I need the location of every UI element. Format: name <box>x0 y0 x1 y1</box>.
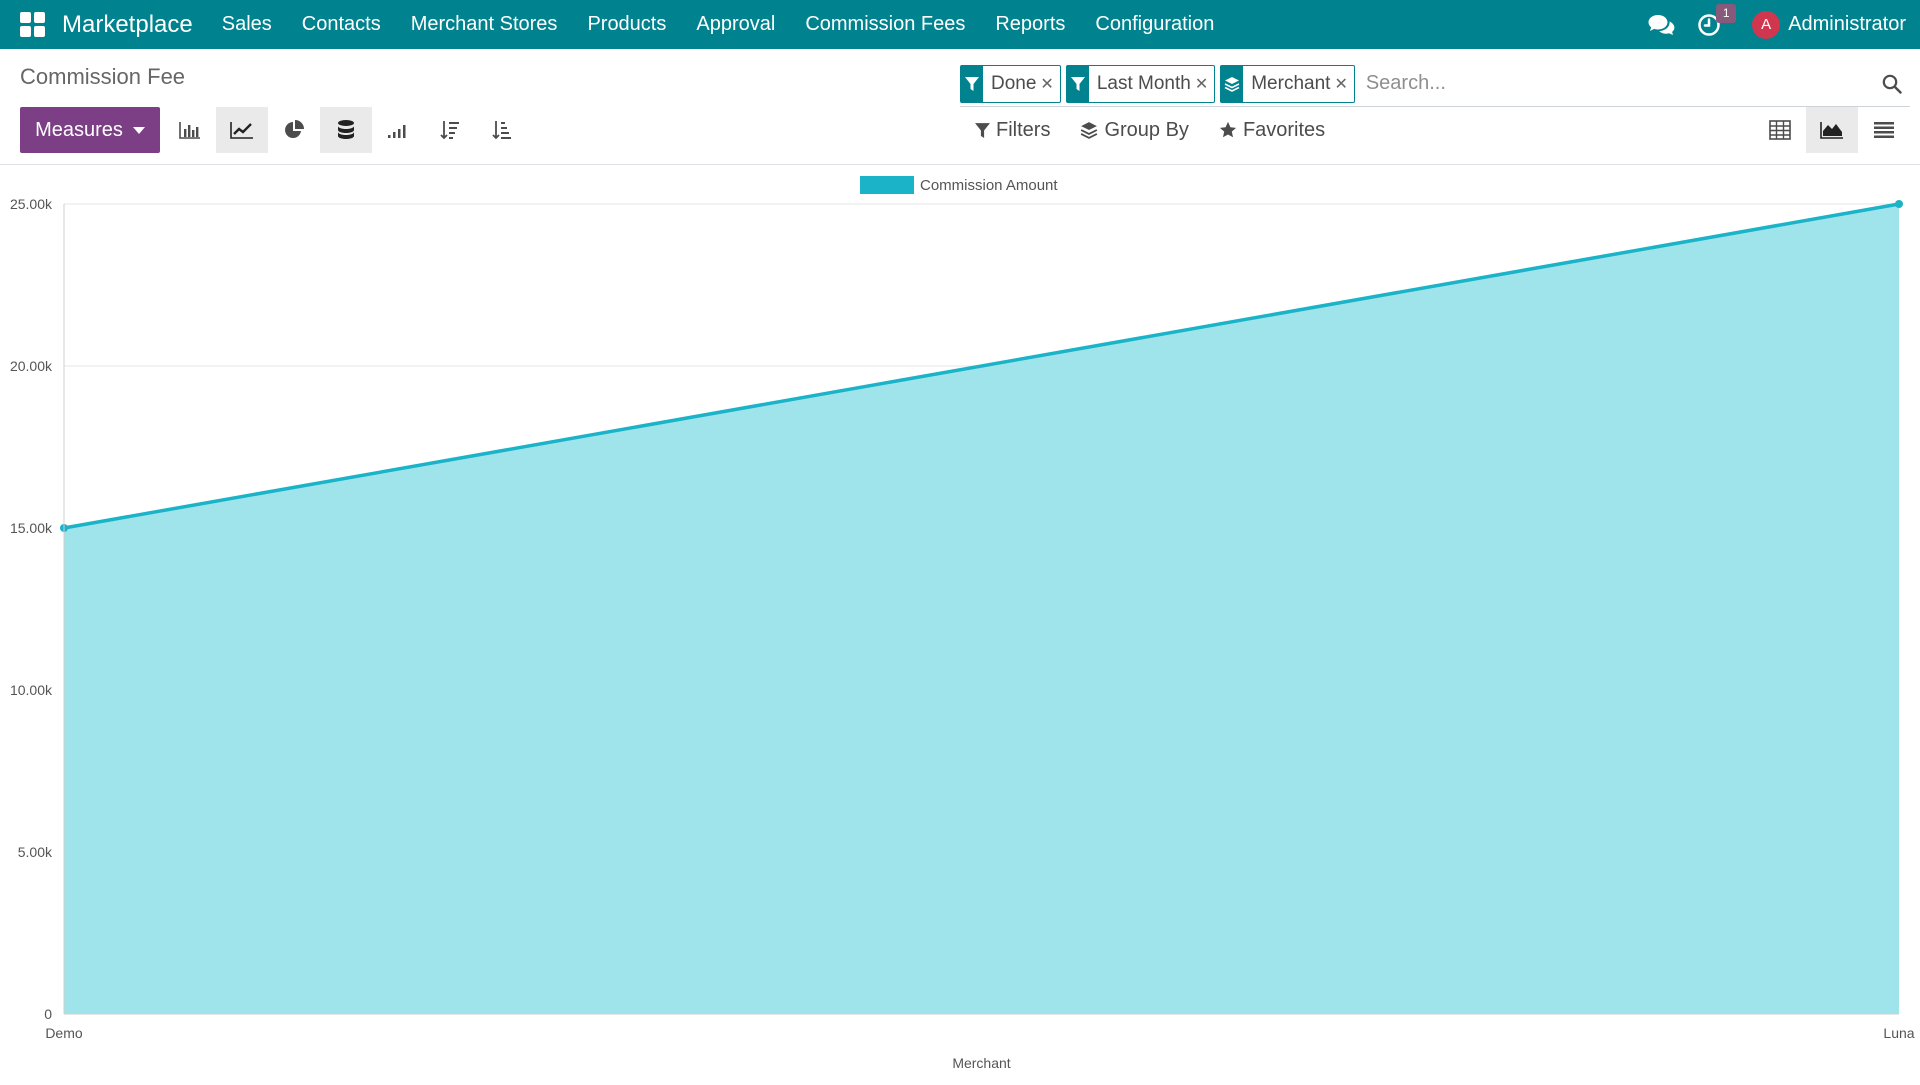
control-panel: Commission Fee Done ✕ Last Month ✕ Merch… <box>0 49 1920 165</box>
favorites-label: Favorites <box>1242 118 1326 141</box>
y-tick-label: 20.00k <box>10 358 53 374</box>
facet-label: Merchant <box>1251 72 1331 94</box>
search-icon[interactable] <box>1874 66 1910 102</box>
menu-item-sales[interactable]: Sales <box>207 13 287 36</box>
navbar-systray: 1 A Administrator <box>1646 0 1920 49</box>
graph-container: 0 5.00k 10.00k 15.00k 20.00k 25.00k Demo Luna Me… <box>0 166 1920 1080</box>
activity-clock-icon[interactable]: 1 <box>1694 3 1737 40</box>
bar-chart-button[interactable] <box>164 107 216 153</box>
star-icon <box>1219 121 1237 138</box>
menu-item-products[interactable]: Products <box>572 13 681 36</box>
area-chart: 0 5.00k 10.00k 15.00k 20.00k 25.00k Demo Luna Me… <box>10 176 1915 1071</box>
list-view-button[interactable] <box>1858 107 1910 153</box>
pie-chart-icon <box>285 120 304 138</box>
search-bar: Done ✕ Last Month ✕ Merchant ✕ <box>960 61 1910 107</box>
page-title: Commission Fee <box>20 64 186 89</box>
menu-item-merchant-stores[interactable]: Merchant Stores <box>396 13 573 36</box>
filters-button[interactable]: Filters <box>975 119 1050 142</box>
user-menu[interactable]: A Administrator <box>1752 10 1906 39</box>
facet-label: Last Month <box>1096 72 1191 94</box>
filters-label: Filters <box>996 118 1051 141</box>
filter-icon <box>961 65 983 102</box>
y-tick-label: 5.00k <box>18 844 53 860</box>
database-icon <box>338 120 354 139</box>
filter-icon <box>975 122 990 138</box>
facet-last-month: Last Month ✕ <box>1065 64 1216 103</box>
y-tick-label: 10.00k <box>10 682 53 698</box>
menu-item-contacts[interactable]: Contacts <box>287 13 396 36</box>
facet-remove-icon[interactable]: ✕ <box>1334 74 1353 94</box>
sort-ascending-icon <box>492 121 511 140</box>
favorites-button[interactable]: Favorites <box>1219 119 1325 142</box>
y-tick-label: 15.00k <box>10 520 53 536</box>
x-tick-label: Luna <box>1883 1025 1914 1041</box>
sort-descending-icon <box>440 121 459 140</box>
main-menu: Sales Contacts Merchant Stores Products … <box>207 13 1230 36</box>
legend-swatch[interactable] <box>860 176 914 194</box>
user-name: Administrator <box>1788 13 1906 35</box>
area-chart-icon <box>1820 122 1843 139</box>
avatar: A <box>1752 10 1781 39</box>
menu-item-approval[interactable]: Approval <box>681 13 790 36</box>
graph-toolbar <box>164 107 528 153</box>
bar-chart-icon <box>179 122 200 139</box>
search-input[interactable] <box>1359 65 1874 102</box>
filter-icon <box>1066 65 1089 102</box>
menu-item-reports[interactable]: Reports <box>980 13 1080 36</box>
facet-merchant: Merchant ✕ <box>1220 64 1355 103</box>
x-tick-label: Demo <box>45 1025 83 1041</box>
facet-done: Done ✕ <box>960 64 1061 103</box>
sort-ascending-button[interactable] <box>476 107 528 153</box>
view-switcher <box>1754 107 1910 153</box>
y-tick-label: 25.00k <box>10 196 53 212</box>
caret-down-icon <box>132 126 145 134</box>
line-chart-icon <box>230 122 253 139</box>
y-tick-label: 0 <box>44 1006 52 1022</box>
table-icon <box>1769 120 1791 140</box>
x-axis-title: Merchant <box>952 1055 1010 1071</box>
line-chart-button[interactable] <box>216 107 268 153</box>
activity-badge: 1 <box>1716 3 1737 23</box>
list-icon <box>1874 122 1894 138</box>
signal-icon <box>388 125 406 138</box>
top-navbar: Marketplace Sales Contacts Merchant Stor… <box>0 0 1920 49</box>
graph-view-button[interactable] <box>1806 107 1858 153</box>
data-point[interactable] <box>1895 200 1903 208</box>
measures-label: Measures <box>35 118 123 141</box>
layers-icon <box>1081 122 1098 139</box>
app-brand[interactable]: Marketplace <box>62 11 193 39</box>
series-area-fill <box>64 204 1899 1014</box>
legend[interactable]: Commission Amount <box>860 176 1058 194</box>
pivot-view-button[interactable] <box>1754 107 1806 153</box>
pie-chart-button[interactable] <box>268 107 320 153</box>
search-options: Filters Group By Favorites <box>975 107 1355 153</box>
cumulative-button[interactable] <box>372 107 424 153</box>
measures-button[interactable]: Measures <box>20 107 160 153</box>
legend-label[interactable]: Commission Amount <box>920 177 1058 194</box>
facet-remove-icon[interactable]: ✕ <box>1040 74 1059 94</box>
facet-label: Done <box>991 72 1037 94</box>
sort-descending-button[interactable] <box>424 107 476 153</box>
stacked-button[interactable] <box>320 107 372 153</box>
group-by-label: Group By <box>1104 118 1189 141</box>
chat-icon[interactable] <box>1646 10 1676 40</box>
series-area <box>60 200 1903 1014</box>
menu-item-configuration[interactable]: Configuration <box>1080 13 1229 36</box>
layers-icon <box>1221 65 1244 102</box>
apps-menu-icon[interactable] <box>20 11 46 38</box>
facet-remove-icon[interactable]: ✕ <box>1195 74 1214 94</box>
menu-item-commission-fees[interactable]: Commission Fees <box>790 13 980 36</box>
group-by-button[interactable]: Group By <box>1080 118 1189 142</box>
